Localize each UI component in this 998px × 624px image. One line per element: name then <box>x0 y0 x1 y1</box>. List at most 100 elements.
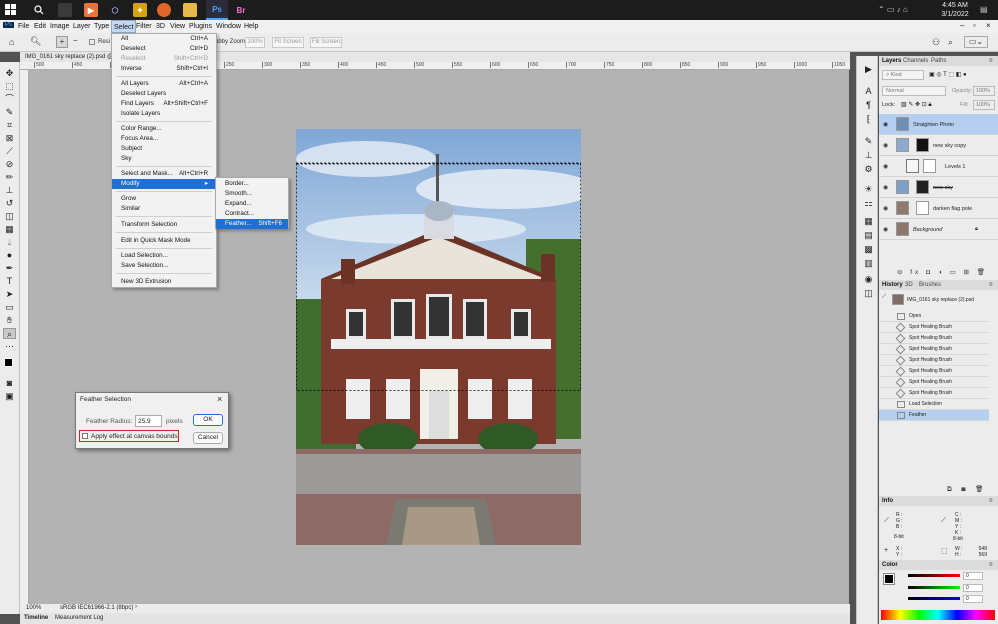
adjustments-icon[interactable]: ☀ <box>862 184 875 195</box>
screen-mode-icon[interactable]: ▣ <box>3 391 16 402</box>
menu-item-find-layers[interactable]: Find Layers Alt+Shift+Ctrl+F <box>112 99 216 109</box>
scrubby-zoom-label[interactable]: ubby Zoom <box>215 39 245 45</box>
history-item[interactable]: Spot Healing Brush <box>879 355 989 366</box>
menu-item-modify[interactable]: Modify ▸ <box>112 179 216 189</box>
fill-field[interactable]: 100% <box>973 100 995 110</box>
tab-info[interactable]: Info <box>882 498 893 504</box>
red-slider[interactable] <box>908 574 960 577</box>
menu-item-grow[interactable]: Grow <box>112 194 216 204</box>
panel-menu-icon[interactable]: ≡ <box>989 498 993 504</box>
history-item[interactable]: Spot Healing Brush <box>879 322 989 333</box>
status-arrow-icon[interactable]: › <box>135 604 137 610</box>
hand-tool-icon[interactable]: ✋︎ <box>3 315 16 326</box>
glyphs-icon[interactable]: ⁅ <box>862 114 875 125</box>
media-player-icon[interactable]: ▶ <box>84 3 98 17</box>
ok-button[interactable]: OK <box>193 414 223 426</box>
gradient-tool-icon[interactable]: ▦ <box>3 224 16 235</box>
character-icon[interactable]: A <box>862 86 875 97</box>
menu-image[interactable]: Image <box>50 23 69 30</box>
tab-layers[interactable]: Layers <box>882 58 901 64</box>
layer-filter-dropdown[interactable]: ⌕ Kind <box>882 70 924 80</box>
pen-tool-icon[interactable]: ✒ <box>3 263 16 274</box>
play-icon[interactable]: ▶ <box>862 64 875 75</box>
layer-row[interactable]: ◉ Straighten Photo <box>879 114 998 135</box>
menu-item-all[interactable]: All Ctrl+A <box>112 34 216 44</box>
properties-icon[interactable]: ⚏ <box>862 198 875 209</box>
menu-item-deselect-layers[interactable]: Deselect Layers <box>112 89 216 99</box>
menu-3d[interactable]: 3D <box>156 23 165 30</box>
dodge-tool-icon[interactable]: ● <box>3 250 16 261</box>
menu-item-inverse[interactable]: Inverse Shift+Ctrl+I <box>112 64 216 74</box>
menu-file[interactable]: File <box>18 23 29 30</box>
file-explorer-icon[interactable] <box>183 3 197 17</box>
more-tools-icon[interactable]: ⋯ <box>3 341 16 352</box>
actions-icon[interactable]: ◫ <box>862 288 875 299</box>
windows-start-icon[interactable] <box>4 3 18 17</box>
menu-item-color-range[interactable]: Color Range... <box>112 124 216 134</box>
notification-icon[interactable]: ▤ <box>980 5 988 14</box>
blur-tool-icon[interactable]: 💧︎ <box>3 237 16 248</box>
brush-settings-icon[interactable]: ✎ <box>862 136 875 147</box>
zoom-tool-icon[interactable]: 🔍︎ <box>30 36 41 47</box>
zoom-out-icon[interactable]: − <box>73 36 78 45</box>
fill-screen-button[interactable]: Fill Screen <box>310 37 342 48</box>
frame-tool-icon[interactable]: ⊠ <box>3 133 16 144</box>
status-zoom[interactable]: 100% <box>26 605 41 611</box>
feather-radius-input[interactable]: 25.9 <box>135 415 162 427</box>
menu-item-all-layers[interactable]: All Layers Alt+Ctrl+A <box>112 79 216 89</box>
blend-mode-dropdown[interactable]: Normal <box>882 86 946 96</box>
libraries-icon[interactable]: ▤ <box>862 230 875 241</box>
panel-menu-icon[interactable]: ≡ <box>989 562 993 568</box>
history-brush-tool-icon[interactable]: ↺ <box>3 198 16 209</box>
share-icon[interactable]: ⚇ <box>932 37 940 48</box>
move-tool-icon[interactable]: ✥ <box>3 68 16 79</box>
app-icon[interactable]: ✦ <box>133 3 147 17</box>
search-icon[interactable] <box>32 3 46 17</box>
menu-item-new-3d-extrusion[interactable]: New 3D Extrusion <box>112 277 216 287</box>
submenu-item-feather[interactable]: Feather... Shift+F6 <box>216 219 288 229</box>
eye-icon[interactable]: ◉ <box>883 226 888 233</box>
zoom-tool-icon[interactable]: ⌕ <box>3 328 16 339</box>
home-icon[interactable]: ⌂ <box>9 37 14 47</box>
history-item[interactable]: Spot Healing Brush <box>879 377 989 388</box>
tab-color[interactable]: Color <box>882 562 898 568</box>
menu-view[interactable]: View <box>170 23 185 30</box>
menu-edit[interactable]: Edit <box>34 23 46 30</box>
brush-tool-icon[interactable]: ✏ <box>3 172 16 183</box>
history-item[interactable]: Spot Healing Brush <box>879 344 989 355</box>
clone-source-icon[interactable]: ⊥ <box>862 150 875 161</box>
resize-windows-checkbox[interactable] <box>89 39 95 45</box>
menu-window[interactable]: Window <box>216 23 241 30</box>
panel-menu-icon[interactable]: ≡ <box>989 282 993 288</box>
menu-item-quick-mask[interactable]: Edit in Quick Mask Mode <box>112 236 216 246</box>
green-slider[interactable] <box>908 586 960 589</box>
healing-brush-tool-icon[interactable]: ⊘ <box>3 159 16 170</box>
history-footer-icons[interactable]: ⧉ ◙ 🗑︎ <box>947 485 987 494</box>
menu-item-select-and-mask[interactable]: Select and Mask... Alt+Ctrl+R <box>112 169 216 179</box>
tab-3d[interactable]: 3D <box>905 282 913 288</box>
tab-timeline[interactable]: Timeline <box>24 615 48 621</box>
history-item-active[interactable]: Feather <box>879 410 989 421</box>
tool-presets-icon[interactable]: ⚙ <box>862 164 875 175</box>
lasso-tool-icon[interactable]: ⌒ <box>3 94 16 105</box>
menu-type[interactable]: Type <box>94 23 109 30</box>
menu-item-load-selection[interactable]: Load Selection... <box>112 251 216 261</box>
layers-footer-icons[interactable]: ⊖ fx ◘ ◑ ▭ ⊞ 🗑︎ <box>897 268 988 276</box>
dialog-close-icon[interactable]: × <box>217 394 222 404</box>
menu-layer[interactable]: Layer <box>73 23 91 30</box>
history-item[interactable]: Spot Healing Brush <box>879 366 989 377</box>
tray-icons[interactable]: ⌃ ▭ ♪ ⌂ <box>878 5 908 14</box>
foreground-color-swatch[interactable] <box>4 358 13 367</box>
submenu-item-border[interactable]: Border... <box>216 179 288 189</box>
eraser-tool-icon[interactable]: ◫ <box>3 211 16 222</box>
submenu-item-expand[interactable]: Expand... <box>216 199 288 209</box>
maximize-icon[interactable]: ▫ <box>973 21 976 30</box>
menu-item-transform-selection[interactable]: Transform Selection <box>112 220 216 230</box>
tab-paths[interactable]: Paths <box>931 58 946 64</box>
task-view-icon[interactable] <box>58 3 72 17</box>
eye-icon[interactable]: ◉ <box>883 163 888 170</box>
eye-icon[interactable]: ◉ <box>883 121 888 128</box>
zoom-in-icon[interactable]: + <box>56 36 68 48</box>
layer-name[interactable]: Background <box>913 227 942 233</box>
styles-icon[interactable]: ◉ <box>862 274 875 285</box>
